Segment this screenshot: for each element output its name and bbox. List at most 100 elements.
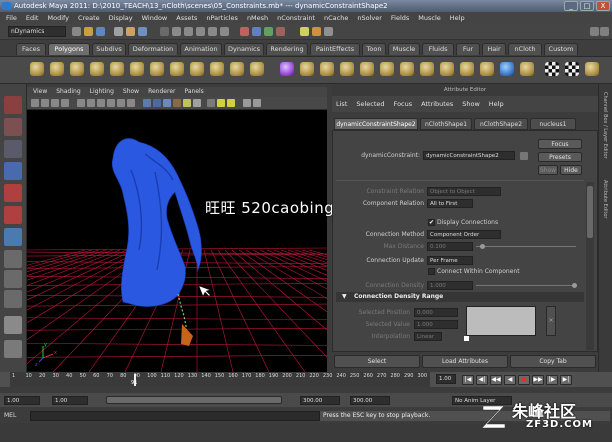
connection-density-field[interactable]: 1.000 — [427, 281, 473, 290]
selected-position-field[interactable]: 0.000 — [414, 308, 458, 317]
section-header-connection-density-range[interactable]: ▼ Connection Density Range — [336, 292, 584, 302]
poly-helix-icon[interactable] — [210, 62, 224, 76]
load-attributes-button[interactable]: Load Attributes — [422, 355, 508, 368]
menu-muscle[interactable]: Muscle — [418, 12, 441, 24]
uv-editor-icon[interactable] — [500, 62, 514, 76]
hide-button[interactable]: Hide — [560, 165, 582, 175]
ae-menu-help[interactable]: Help — [489, 96, 504, 112]
menu-window[interactable]: Window — [142, 12, 168, 24]
snap-point-icon[interactable] — [264, 27, 273, 36]
snap-grid-icon[interactable] — [240, 27, 249, 36]
resolution-gate-icon[interactable] — [97, 99, 105, 107]
play-backward-icon[interactable]: ◀ — [504, 375, 516, 385]
close-button[interactable]: X — [596, 1, 610, 11]
ae-menu-attributes[interactable]: Attributes — [421, 96, 453, 112]
ae-menu-focus[interactable]: Focus — [394, 96, 413, 112]
image-plane-icon[interactable] — [61, 99, 69, 107]
anim-start-field[interactable]: 1.00 — [4, 396, 40, 405]
viewport-menu-view[interactable]: View — [33, 87, 47, 97]
panel-toggle-icon[interactable] — [600, 27, 609, 36]
select-object-icon[interactable] — [126, 27, 135, 36]
density-ramp-graph[interactable] — [466, 306, 536, 336]
go-to-output-icon[interactable] — [520, 152, 528, 160]
shelf-tab-dynamics[interactable]: Dynamics — [224, 43, 264, 55]
default-light-icon[interactable] — [217, 99, 225, 107]
mel-input[interactable] — [30, 411, 320, 421]
offset-edge-icon[interactable] — [400, 62, 414, 76]
presets-button[interactable]: Presets — [538, 152, 582, 162]
move-tool-icon[interactable] — [4, 162, 22, 180]
interpolation-dropdown[interactable]: Linear — [414, 332, 442, 341]
node-name-field[interactable]: dynamicConstraintShape2 — [423, 151, 515, 160]
folder-new-icon[interactable] — [72, 27, 81, 36]
component-relation-dropdown[interactable]: All to First — [427, 199, 473, 208]
scale-tool-icon[interactable] — [4, 206, 22, 224]
poly-torus-icon[interactable] — [130, 62, 144, 76]
ae-scrollbar-thumb[interactable] — [587, 186, 593, 238]
layout-single-icon[interactable] — [4, 250, 22, 268]
mask-icon[interactable] — [220, 27, 229, 36]
shelf-tab-faces[interactable]: Faces — [16, 43, 46, 55]
connection-density-slider-knob[interactable] — [572, 283, 577, 288]
anim-end-field[interactable]: 300.00 — [350, 396, 390, 405]
poly-prism-icon[interactable] — [150, 62, 164, 76]
menu-create[interactable]: Create — [78, 12, 100, 24]
shelf-tab-fur[interactable]: Fur — [456, 43, 480, 55]
ipr-render-icon[interactable] — [312, 27, 321, 36]
shelf-tab-toon[interactable]: Toon — [362, 43, 386, 55]
connection-density-slider[interactable] — [476, 285, 576, 286]
checker-map-icon[interactable] — [545, 62, 559, 76]
menu-display[interactable]: Display — [109, 12, 133, 24]
current-frame-field[interactable]: 1.00 — [436, 374, 456, 384]
selected-value-field[interactable]: 1.000 — [414, 320, 458, 329]
attribute-editor-tab[interactable]: Attribute Editor — [602, 180, 608, 218]
shelf-tab-hair[interactable]: Hair — [482, 43, 506, 55]
panel-toggle-icon[interactable] — [590, 27, 599, 36]
planar-map-icon[interactable] — [520, 62, 534, 76]
max-distance-slider[interactable] — [476, 246, 576, 247]
texture-icon[interactable] — [173, 99, 181, 107]
bridge-icon[interactable] — [320, 62, 334, 76]
stop-icon[interactable]: ■ — [518, 375, 530, 385]
camera-attr-icon[interactable] — [41, 99, 49, 107]
shelf-tab-ncloth[interactable]: nCloth — [508, 43, 542, 55]
connection-update-dropdown[interactable]: Per Frame — [427, 256, 473, 265]
go-to-start-icon[interactable]: |◀ — [462, 375, 474, 385]
mask-icon[interactable] — [184, 27, 193, 36]
menu-modify[interactable]: Modify — [47, 12, 69, 24]
playback-range-slider[interactable] — [106, 396, 282, 404]
shelf-tab-deformation[interactable]: Deformation — [128, 43, 178, 55]
all-lights-icon[interactable] — [227, 99, 235, 107]
maximize-button[interactable]: □ — [580, 1, 594, 11]
camera-icon[interactable] — [31, 99, 39, 107]
shelf-tab-muscle[interactable]: Muscle — [388, 43, 420, 55]
mask-icon[interactable] — [160, 27, 169, 36]
viewport-menu-renderer[interactable]: Renderer — [148, 87, 175, 97]
constraint-relation-dropdown[interactable]: Object to Object — [427, 187, 501, 196]
universal-manipulator-icon[interactable] — [4, 228, 22, 246]
menu-fields[interactable]: Fields — [391, 12, 409, 24]
layout-custom-icon[interactable] — [4, 340, 22, 358]
mask-icon[interactable] — [196, 27, 205, 36]
menu-file[interactable]: File — [6, 12, 17, 24]
time-slider[interactable]: 1 10 20 30 40 50 60 70 80 90 100 110 120 130 140 150 160… — [10, 372, 430, 387]
ae-menu-show[interactable]: Show — [462, 96, 480, 112]
wedge-icon[interactable] — [460, 62, 474, 76]
wireframe-icon[interactable] — [143, 99, 151, 107]
max-distance-field[interactable]: 0.100 — [427, 242, 473, 251]
step-back-icon[interactable]: ◀| — [476, 375, 488, 385]
menu-nconstraint[interactable]: nConstraint — [277, 12, 315, 24]
poke-icon[interactable] — [480, 62, 494, 76]
mel-label[interactable]: MEL — [4, 412, 16, 419]
layout-persp-graph-icon[interactable] — [4, 290, 22, 308]
tab-ncloth-shape1[interactable]: nClothShape1 — [420, 118, 472, 130]
paint-select-icon[interactable] — [4, 140, 22, 158]
rotate-tool-icon[interactable] — [4, 184, 22, 202]
connection-method-dropdown[interactable]: Component Order — [427, 230, 501, 239]
ae-menu-list[interactable]: List — [336, 96, 347, 112]
safe-action-icon[interactable] — [127, 99, 135, 107]
film-gate-icon[interactable] — [87, 99, 95, 107]
shelf-tab-polygons[interactable]: Polygons — [48, 43, 90, 55]
focus-button[interactable]: Focus — [538, 139, 582, 149]
menu-nsolver[interactable]: nSolver — [357, 12, 382, 24]
